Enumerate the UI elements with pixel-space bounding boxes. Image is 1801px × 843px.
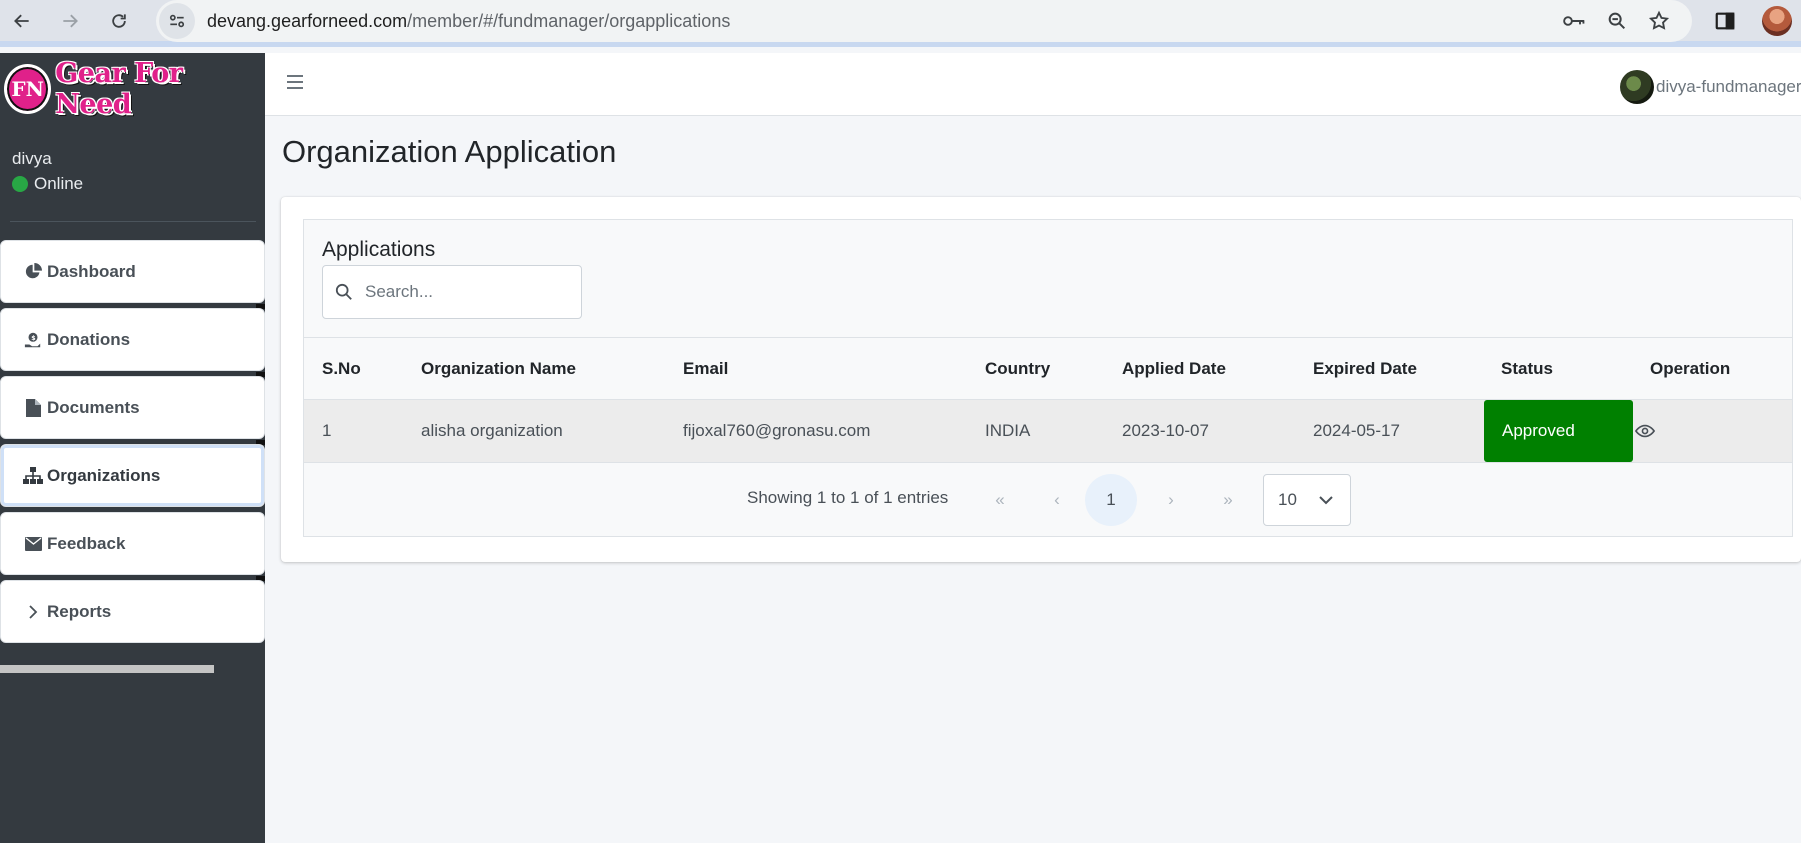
sidebar-item-dashboard[interactable]: Dashboard bbox=[0, 240, 265, 303]
cell-organization-name: alisha organization bbox=[421, 421, 563, 440]
logo-text: Gear For Need bbox=[55, 58, 183, 120]
applications-panel: Applications S.No Organization Name Emai… bbox=[303, 219, 1793, 537]
user-panel: divya Online bbox=[12, 147, 83, 197]
chevron-down-icon bbox=[1316, 490, 1336, 510]
sidebar-item-label: Feedback bbox=[47, 533, 126, 553]
table-header: S.No Organization Name Email Country App… bbox=[304, 337, 1792, 400]
previous-page-button[interactable]: ‹ bbox=[1031, 474, 1083, 526]
table-row: 1 alisha organization fijoxal760@gronasu… bbox=[304, 400, 1792, 463]
sidebar-item-reports[interactable]: Reports bbox=[0, 580, 265, 643]
sidebar-item-label: Reports bbox=[47, 601, 112, 621]
page-1-button[interactable]: 1 bbox=[1085, 474, 1137, 526]
sidebar-item-label: Documents bbox=[47, 397, 140, 417]
next-page-button[interactable]: › bbox=[1145, 474, 1197, 526]
column-header-operation: Operation bbox=[1650, 359, 1731, 378]
view-eye-icon[interactable] bbox=[1634, 420, 1656, 442]
forward-icon[interactable] bbox=[55, 6, 85, 36]
bookmark-star-icon[interactable] bbox=[1648, 10, 1670, 32]
page-title: Organization Application bbox=[282, 134, 617, 169]
column-header-email[interactable]: Email bbox=[683, 338, 728, 400]
user-menu-label: divya-fundmanager bbox=[1656, 77, 1801, 96]
url-text: devang.gearforneed.com/member/#/fundmana… bbox=[207, 11, 730, 32]
cell-sno: 1 bbox=[322, 421, 332, 440]
menu-toggle-icon[interactable] bbox=[287, 71, 309, 93]
rows-per-page-value: 10 bbox=[1278, 490, 1297, 509]
cell-email: fijoxal760@gronasu.com bbox=[683, 421, 871, 440]
search-input[interactable] bbox=[365, 282, 565, 302]
first-page-button[interactable]: « bbox=[974, 474, 1026, 526]
side-panel-icon[interactable] bbox=[1712, 8, 1738, 34]
logo-badge: FN bbox=[4, 64, 52, 114]
sidebar-scrollbar[interactable] bbox=[0, 665, 214, 673]
column-header-country[interactable]: Country bbox=[985, 338, 1050, 400]
column-header-expired-date[interactable]: Expired Date bbox=[1313, 338, 1417, 400]
chevron-right-icon bbox=[23, 602, 43, 622]
pagination-info: Showing 1 to 1 of 1 entries bbox=[747, 488, 949, 507]
sidebar-divider bbox=[10, 221, 256, 222]
address-bar[interactable]: devang.gearforneed.com/member/#/fundmana… bbox=[156, 0, 1692, 42]
svg-text:$: $ bbox=[31, 335, 35, 342]
pie-chart-icon bbox=[23, 262, 43, 282]
url-host: devang.gearforneed.com bbox=[207, 10, 408, 31]
url-path: /member/#/fundmanager/orgapplications bbox=[407, 10, 731, 31]
sidebar-item-organizations[interactable]: Organizations bbox=[0, 444, 265, 507]
column-header-status[interactable]: Status bbox=[1501, 338, 1553, 400]
sidebar-item-label: Dashboard bbox=[47, 261, 136, 281]
avatar bbox=[1620, 70, 1654, 104]
password-key-icon[interactable] bbox=[1562, 11, 1586, 31]
user-status-label: Online bbox=[34, 174, 84, 193]
zoom-icon[interactable] bbox=[1606, 10, 1628, 32]
main-header: divya-fundmanager bbox=[265, 53, 1801, 116]
sidebar-item-label: Donations bbox=[47, 329, 131, 349]
column-header-organization-name[interactable]: Organization Name bbox=[421, 338, 576, 400]
user-status: Online bbox=[12, 171, 83, 197]
cell-expired-date: 2024-05-17 bbox=[1313, 421, 1400, 440]
browser-toolbar: devang.gearforneed.com/member/#/fundmana… bbox=[0, 0, 1801, 47]
column-header-sno[interactable]: S.No bbox=[322, 338, 361, 400]
brand-logo[interactable]: FN Gear For Need bbox=[4, 58, 254, 120]
user-menu[interactable]: divya-fundmanager bbox=[1620, 70, 1801, 104]
site-info-icon[interactable] bbox=[159, 3, 195, 39]
sidebar: FN Gear For Need divya Online Dashboard … bbox=[0, 53, 265, 843]
status-badge: Approved bbox=[1484, 400, 1633, 462]
user-name[interactable]: divya bbox=[12, 147, 83, 171]
cell-country: INDIA bbox=[985, 421, 1031, 440]
envelope-icon bbox=[23, 534, 43, 554]
online-dot-icon bbox=[12, 176, 28, 192]
section-title: Applications bbox=[322, 238, 436, 261]
search-icon bbox=[335, 283, 353, 301]
sidebar-item-donations[interactable]: $ Donations bbox=[0, 308, 265, 371]
sidebar-item-documents[interactable]: Documents bbox=[0, 376, 265, 439]
file-icon bbox=[23, 398, 43, 418]
sidebar-item-feedback[interactable]: Feedback bbox=[0, 512, 265, 575]
cell-applied-date: 2023-10-07 bbox=[1122, 421, 1209, 440]
search-box[interactable] bbox=[322, 265, 582, 319]
reload-icon[interactable] bbox=[104, 6, 134, 36]
content-card: Applications S.No Organization Name Emai… bbox=[281, 197, 1801, 562]
last-page-button[interactable]: » bbox=[1202, 474, 1254, 526]
back-icon[interactable] bbox=[7, 6, 37, 36]
column-header-applied-date[interactable]: Applied Date bbox=[1122, 338, 1226, 400]
hand-holding-dollar-icon: $ bbox=[23, 330, 43, 350]
sitemap-icon bbox=[23, 466, 43, 486]
sidebar-item-label: Organizations bbox=[47, 465, 161, 485]
browser-profile-avatar[interactable] bbox=[1762, 6, 1792, 36]
rows-per-page-select[interactable]: 10 bbox=[1263, 474, 1351, 526]
